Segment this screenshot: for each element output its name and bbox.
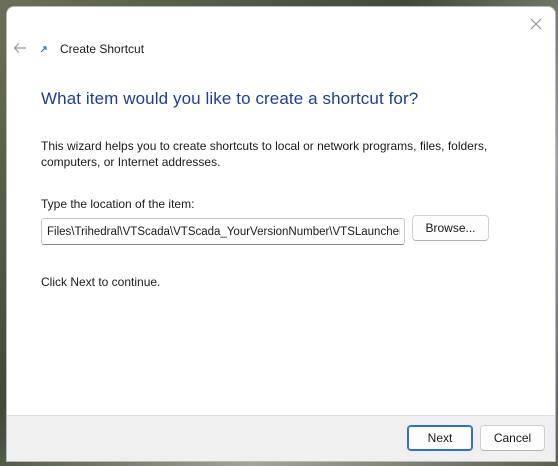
cancel-button[interactable]: Cancel [480,425,545,451]
close-button[interactable] [525,13,547,35]
continue-instruction: Click Next to continue. [41,275,161,289]
create-shortcut-dialog: Create Shortcut What item would you like… [6,6,556,462]
browse-button[interactable]: Browse... [412,215,489,241]
back-arrow-icon [13,43,26,53]
location-label: Type the location of the item: [41,197,195,211]
wizard-description: This wizard helps you to create shortcut… [41,139,488,169]
wizard-heading: What item would you like to create a sho… [41,89,419,108]
next-button[interactable]: Next [407,425,473,451]
dialog-header: Create Shortcut [37,41,144,57]
dialog-title: Create Shortcut [60,42,145,56]
back-button[interactable] [11,39,29,57]
close-icon [530,18,542,30]
location-input[interactable] [41,218,405,245]
shortcut-arrow-icon [37,42,51,56]
dialog-footer: Next Cancel [7,415,555,461]
